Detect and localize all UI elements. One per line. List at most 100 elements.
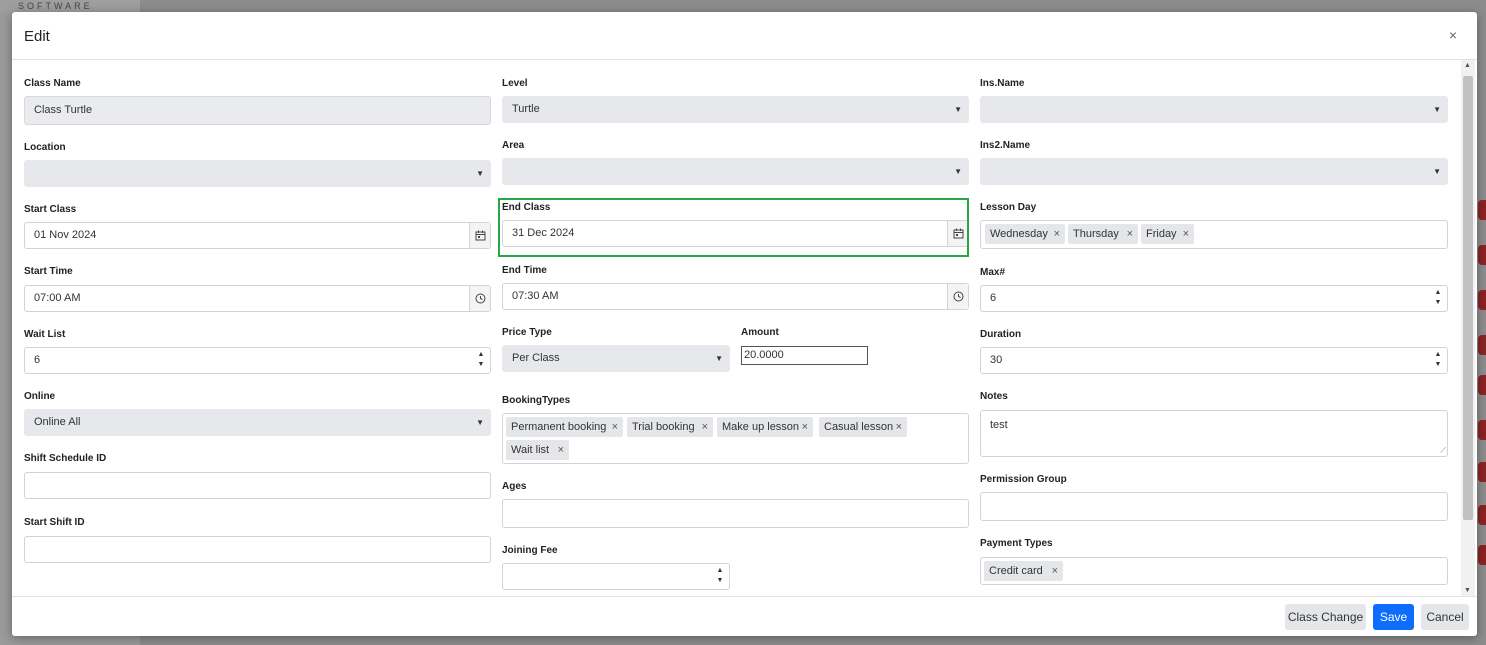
booking-type-tag: Wait list ×	[506, 440, 569, 460]
booking-type-tag: Permanent booking ×	[506, 417, 623, 437]
price-type-select[interactable]: Per Class ▼	[502, 345, 730, 372]
chevron-down-icon: ▼	[1433, 167, 1441, 176]
chevron-down-icon: ▼	[954, 167, 962, 176]
number-spinner-icon[interactable]: ▲ ▼	[1433, 288, 1443, 308]
chevron-down-icon: ▼	[954, 105, 962, 114]
payment-types-multiselect[interactable]: Credit card ×	[980, 557, 1448, 585]
remove-tag-icon[interactable]: ×	[612, 417, 618, 437]
wait-list-label: Wait List	[24, 329, 66, 340]
lesson-day-label: Lesson Day	[980, 202, 1037, 213]
start-shift-id-label: Start Shift ID	[24, 517, 85, 528]
ages-input[interactable]	[502, 499, 969, 528]
booking-types-multiselect[interactable]: Permanent booking × Trial booking × Make u…	[502, 413, 969, 464]
resize-handle-icon[interactable]: ⟋	[1440, 447, 1446, 455]
scroll-down-icon[interactable]: ▼	[1464, 587, 1471, 594]
duration-input[interactable]: 30 ▲ ▼	[980, 347, 1448, 374]
remove-tag-icon[interactable]: ×	[896, 417, 902, 437]
ins-name-label: Ins.Name	[980, 78, 1025, 89]
number-spinner-icon[interactable]: ▲ ▼	[715, 566, 725, 586]
joining-fee-label: Joining Fee	[502, 545, 558, 556]
permission-group-input[interactable]	[980, 492, 1448, 521]
chevron-down-icon: ▼	[476, 169, 484, 178]
lesson-day-tag: Friday ×	[1141, 224, 1194, 244]
start-time-input[interactable]: 07:00 AM	[24, 285, 491, 312]
ins2-name-label: Ins2.Name	[980, 140, 1031, 151]
remove-tag-icon[interactable]: ×	[558, 440, 564, 460]
notes-label: Notes	[980, 391, 1008, 402]
scrollbar-thumb[interactable]	[1463, 76, 1473, 520]
class-name-input[interactable]: Class Turtle	[24, 96, 491, 125]
duration-label: Duration	[980, 329, 1022, 340]
lesson-day-tag: Wednesday ×	[985, 224, 1065, 244]
max-input[interactable]: 6 ▲ ▼	[980, 285, 1448, 312]
cancel-button[interactable]: Cancel	[1421, 604, 1469, 630]
start-time-label: Start Time	[24, 266, 73, 277]
location-label: Location	[24, 142, 66, 153]
background-badge	[1478, 335, 1486, 355]
modal-footer: Class Change Save Cancel	[12, 596, 1477, 636]
remove-tag-icon[interactable]: ×	[1054, 224, 1060, 244]
location-select[interactable]: ▼	[24, 160, 491, 187]
edit-modal: Edit × Class Name Class Turtle Location …	[12, 12, 1477, 636]
save-button[interactable]: Save	[1373, 604, 1414, 630]
background-logo: SOFTWARE	[0, 0, 140, 12]
notes-textarea[interactable]: test ⟋	[980, 410, 1448, 457]
booking-types-label: BookingTypes	[502, 395, 571, 406]
background-badge	[1478, 462, 1486, 482]
booking-type-tag: Make up lesson ×	[717, 417, 813, 437]
clock-icon[interactable]	[947, 284, 968, 309]
remove-tag-icon[interactable]: ×	[1183, 224, 1189, 244]
start-class-label: Start Class	[24, 204, 77, 215]
background-badge	[1478, 505, 1486, 525]
modal-title: Edit	[24, 28, 50, 45]
number-spinner-icon[interactable]: ▲ ▼	[476, 350, 486, 370]
remove-tag-icon[interactable]: ×	[702, 417, 708, 437]
start-class-input[interactable]: 01 Nov 2024	[24, 222, 491, 249]
start-shift-id-input[interactable]	[24, 536, 491, 563]
background-badge	[1478, 290, 1486, 310]
close-icon[interactable]: ×	[1449, 27, 1457, 43]
online-label: Online	[24, 391, 56, 402]
price-type-label: Price Type	[502, 327, 552, 338]
amount-label: Amount	[741, 327, 779, 338]
modal-header: Edit ×	[12, 12, 1477, 60]
amount-input[interactable]: 20.0000	[741, 346, 868, 365]
ages-label: Ages	[502, 481, 527, 492]
class-change-button[interactable]: Class Change	[1285, 604, 1366, 630]
modal-body: Class Name Class Turtle Location ▼ Start…	[12, 60, 1460, 596]
joining-fee-input[interactable]: ▲ ▼	[502, 563, 730, 590]
remove-tag-icon[interactable]: ×	[1052, 561, 1058, 581]
end-class-highlight	[498, 198, 969, 257]
scroll-up-icon[interactable]: ▲	[1464, 62, 1471, 69]
number-spinner-icon[interactable]: ▲ ▼	[1433, 350, 1443, 370]
level-label: Level	[502, 78, 528, 89]
payment-type-tag: Credit card ×	[984, 561, 1063, 581]
shift-schedule-id-input[interactable]	[24, 472, 491, 499]
payment-types-label: Payment Types	[980, 538, 1053, 549]
modal-scrollbar[interactable]: ▲ ▼	[1461, 60, 1475, 596]
area-label: Area	[502, 140, 525, 151]
level-select[interactable]: Turtle ▼	[502, 96, 969, 123]
permission-group-label: Permission Group	[980, 474, 1067, 485]
background-badge	[1478, 545, 1486, 565]
chevron-down-icon: ▼	[715, 354, 723, 363]
background-badge	[1478, 420, 1486, 440]
calendar-icon[interactable]	[469, 223, 490, 248]
background-badge	[1478, 375, 1486, 395]
online-select[interactable]: Online All ▼	[24, 409, 491, 436]
lesson-day-tag: Thursday ×	[1068, 224, 1138, 244]
ins2-name-select[interactable]: ▼	[980, 158, 1448, 185]
remove-tag-icon[interactable]: ×	[802, 417, 808, 437]
lesson-day-multiselect[interactable]: Wednesday × Thursday × Friday ×	[980, 220, 1448, 249]
booking-type-tag: Trial booking ×	[627, 417, 713, 437]
wait-list-input[interactable]: 6 ▲ ▼	[24, 347, 491, 374]
end-time-label: End Time	[502, 265, 547, 276]
remove-tag-icon[interactable]: ×	[1127, 224, 1133, 244]
booking-type-tag: Casual lesson ×	[819, 417, 907, 437]
area-select[interactable]: ▼	[502, 158, 969, 185]
class-name-label: Class Name	[24, 78, 81, 89]
chevron-down-icon: ▼	[476, 418, 484, 427]
clock-icon[interactable]	[469, 286, 490, 311]
end-time-input[interactable]: 07:30 AM	[502, 283, 969, 310]
ins-name-select[interactable]: ▼	[980, 96, 1448, 123]
